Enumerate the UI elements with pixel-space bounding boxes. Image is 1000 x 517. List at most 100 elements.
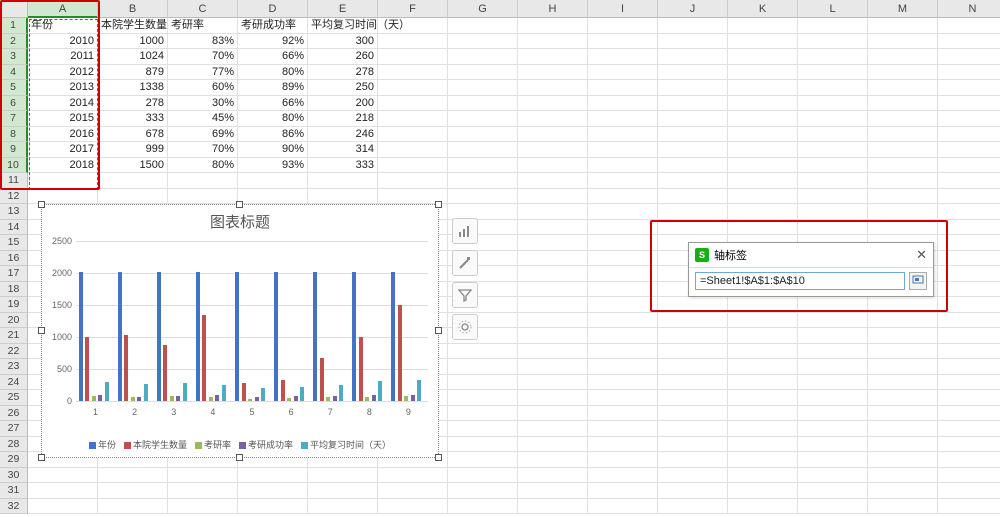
- cell-E30[interactable]: [308, 468, 378, 484]
- cell-M29[interactable]: [868, 452, 938, 468]
- cell-J30[interactable]: [658, 468, 728, 484]
- cell-K9[interactable]: [728, 142, 798, 158]
- cell-G32[interactable]: [448, 499, 518, 515]
- cell-I16[interactable]: [588, 251, 658, 267]
- cell-K7[interactable]: [728, 111, 798, 127]
- cell-K19[interactable]: [728, 297, 798, 313]
- cell-I30[interactable]: [588, 468, 658, 484]
- cell-L6[interactable]: [798, 96, 868, 112]
- chart-plot-area[interactable]: 05001000150020002500123456789: [76, 241, 428, 401]
- row-header-1[interactable]: 1: [0, 18, 28, 34]
- cell-K24[interactable]: [728, 375, 798, 391]
- cell-H17[interactable]: [518, 266, 588, 282]
- col-header-B[interactable]: B: [98, 0, 168, 18]
- cell-M6[interactable]: [868, 96, 938, 112]
- cell-K31[interactable]: [728, 483, 798, 499]
- cell-H30[interactable]: [518, 468, 588, 484]
- cell-F6[interactable]: [378, 96, 448, 112]
- legend-item[interactable]: 本院学生数量: [124, 440, 187, 450]
- cell-H3[interactable]: [518, 49, 588, 65]
- cell-N24[interactable]: [938, 375, 1000, 391]
- cell-L22[interactable]: [798, 344, 868, 360]
- cell-K30[interactable]: [728, 468, 798, 484]
- cell-N22[interactable]: [938, 344, 1000, 360]
- chart-bar[interactable]: [215, 395, 219, 401]
- cell-A1[interactable]: 年份: [28, 18, 98, 34]
- cell-L5[interactable]: [798, 80, 868, 96]
- resize-handle[interactable]: [236, 201, 243, 208]
- cell-A4[interactable]: 2012: [28, 65, 98, 81]
- chart-bar[interactable]: [404, 396, 408, 401]
- row-header-22[interactable]: 22: [0, 344, 28, 360]
- cell-E12[interactable]: [308, 189, 378, 205]
- row-header-6[interactable]: 6: [0, 96, 28, 112]
- chart-bar[interactable]: [352, 272, 356, 401]
- cell-N10[interactable]: [938, 158, 1000, 174]
- cell-L21[interactable]: [798, 328, 868, 344]
- cell-J6[interactable]: [658, 96, 728, 112]
- resize-handle[interactable]: [435, 454, 442, 461]
- chart-settings-button[interactable]: [452, 314, 478, 340]
- row-header-18[interactable]: 18: [0, 282, 28, 298]
- chart-bar[interactable]: [144, 384, 148, 401]
- cell-F1[interactable]: [378, 18, 448, 34]
- cell-C10[interactable]: 80%: [168, 158, 238, 174]
- cell-I1[interactable]: [588, 18, 658, 34]
- cell-L11[interactable]: [798, 173, 868, 189]
- cell-K14[interactable]: [728, 220, 798, 236]
- row-header-13[interactable]: 13: [0, 204, 28, 220]
- row-header-9[interactable]: 9: [0, 142, 28, 158]
- cell-G1[interactable]: [448, 18, 518, 34]
- cell-N17[interactable]: [938, 266, 1000, 282]
- cell-N11[interactable]: [938, 173, 1000, 189]
- chart-bar[interactable]: [333, 396, 337, 402]
- cell-H23[interactable]: [518, 359, 588, 375]
- chart-bar[interactable]: [85, 337, 89, 401]
- col-header-J[interactable]: J: [658, 0, 728, 18]
- cell-H13[interactable]: [518, 204, 588, 220]
- cell-A7[interactable]: 2015: [28, 111, 98, 127]
- cell-M26[interactable]: [868, 406, 938, 422]
- cell-L30[interactable]: [798, 468, 868, 484]
- cell-K12[interactable]: [728, 189, 798, 205]
- row-header-14[interactable]: 14: [0, 220, 28, 236]
- cell-G26[interactable]: [448, 406, 518, 422]
- cell-B4[interactable]: 879: [98, 65, 168, 81]
- chart-bar[interactable]: [372, 395, 376, 401]
- cell-E7[interactable]: 218: [308, 111, 378, 127]
- col-header-D[interactable]: D: [238, 0, 308, 18]
- cell-B3[interactable]: 1024: [98, 49, 168, 65]
- row-header-28[interactable]: 28: [0, 437, 28, 453]
- cell-G25[interactable]: [448, 390, 518, 406]
- cell-H31[interactable]: [518, 483, 588, 499]
- cell-K8[interactable]: [728, 127, 798, 143]
- cell-D31[interactable]: [238, 483, 308, 499]
- cell-J3[interactable]: [658, 49, 728, 65]
- chart-bar[interactable]: [163, 345, 167, 401]
- cell-N7[interactable]: [938, 111, 1000, 127]
- chart-bar[interactable]: [131, 397, 135, 401]
- cell-J21[interactable]: [658, 328, 728, 344]
- cell-C1[interactable]: 考研率: [168, 18, 238, 34]
- cell-J7[interactable]: [658, 111, 728, 127]
- cell-K22[interactable]: [728, 344, 798, 360]
- cell-F3[interactable]: [378, 49, 448, 65]
- cell-L10[interactable]: [798, 158, 868, 174]
- cell-N20[interactable]: [938, 313, 1000, 329]
- cell-I23[interactable]: [588, 359, 658, 375]
- cell-M14[interactable]: [868, 220, 938, 236]
- chart-bar[interactable]: [378, 381, 382, 401]
- cell-A3[interactable]: 2011: [28, 49, 98, 65]
- cell-M11[interactable]: [868, 173, 938, 189]
- cell-I29[interactable]: [588, 452, 658, 468]
- cell-N15[interactable]: [938, 235, 1000, 251]
- cell-D10[interactable]: 93%: [238, 158, 308, 174]
- cell-L23[interactable]: [798, 359, 868, 375]
- cell-I6[interactable]: [588, 96, 658, 112]
- cell-B12[interactable]: [98, 189, 168, 205]
- cell-K32[interactable]: [728, 499, 798, 515]
- chart-bar[interactable]: [92, 396, 96, 401]
- cell-K10[interactable]: [728, 158, 798, 174]
- cell-D11[interactable]: [238, 173, 308, 189]
- cell-M8[interactable]: [868, 127, 938, 143]
